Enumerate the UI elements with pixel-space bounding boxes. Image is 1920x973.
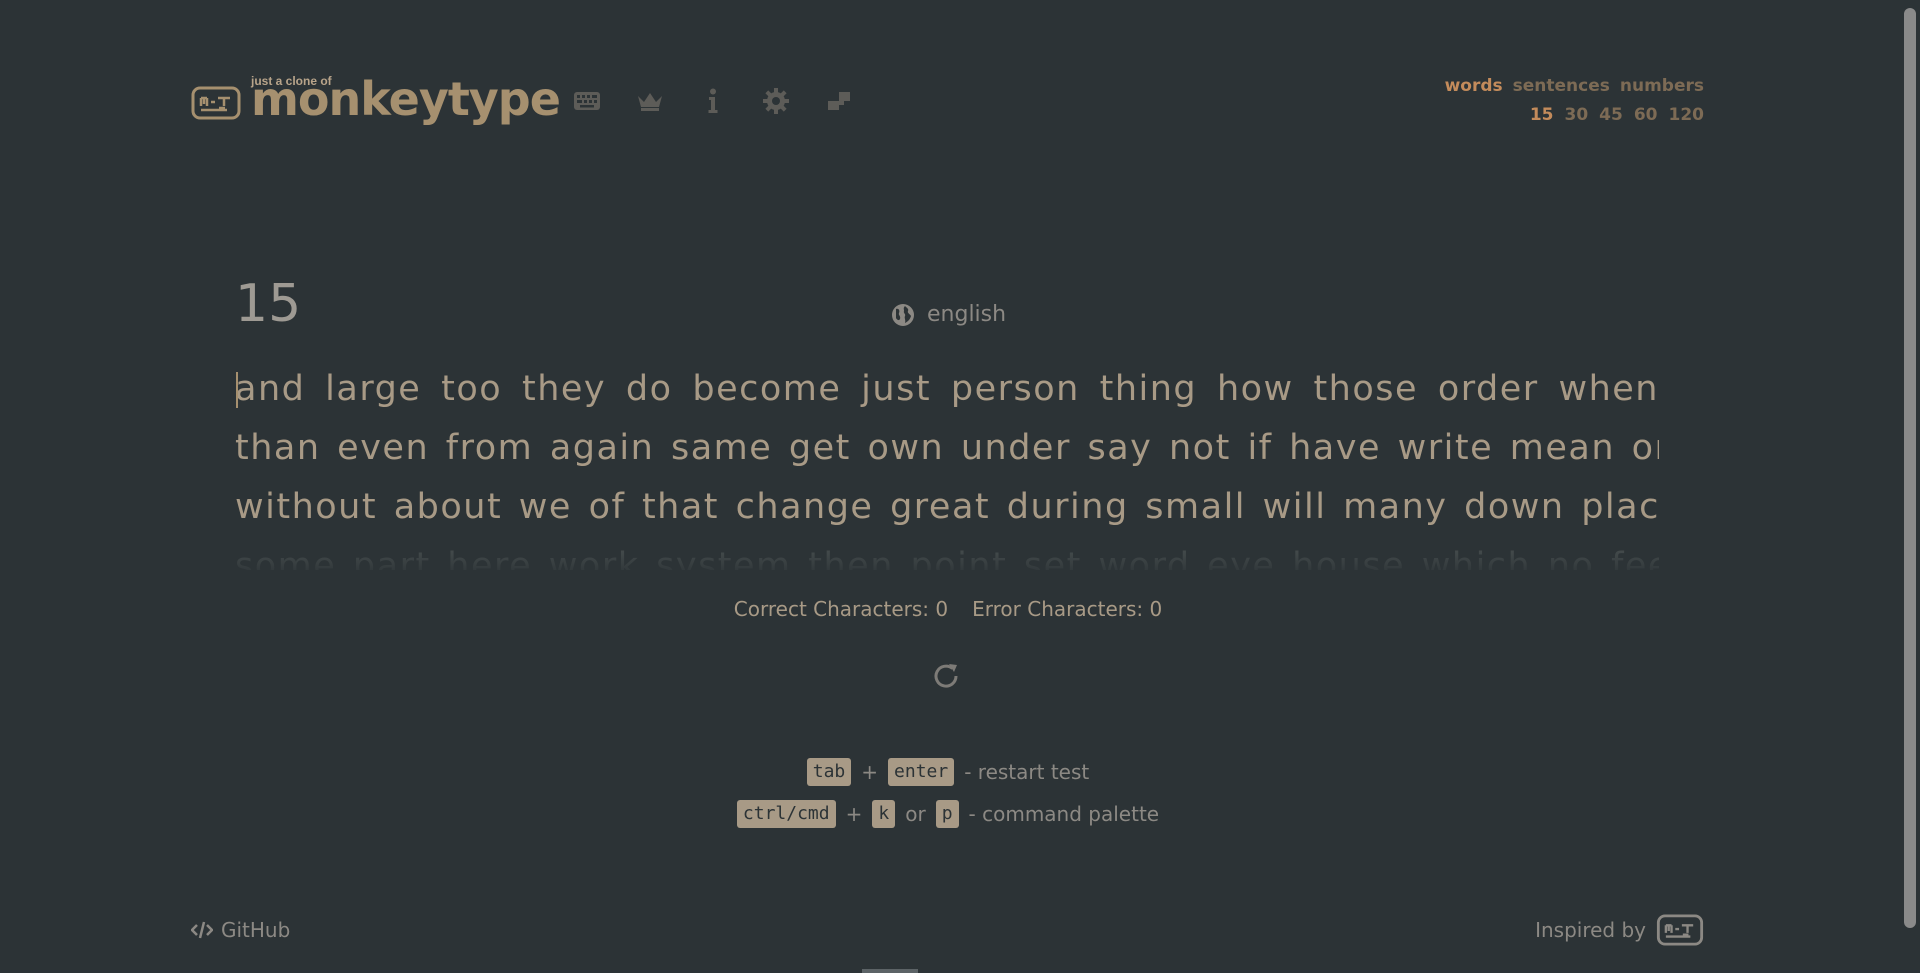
gear-icon[interactable]	[759, 84, 793, 118]
words-remaining-counter: 15	[235, 274, 302, 334]
language-selector[interactable]: english	[891, 302, 1006, 327]
scrollbar-thumb[interactable]	[1904, 8, 1916, 928]
brand-tagline: just a clone of	[251, 74, 332, 88]
mode-words[interactable]: words	[1445, 76, 1503, 96]
inspired-label: Inspired by	[1535, 918, 1646, 942]
brand-text: just a clone of monkeytype	[251, 74, 561, 122]
words-line: and large too they do become just person…	[235, 369, 1659, 409]
keyboard-icon[interactable]	[570, 84, 604, 118]
hint-text: - restart test	[964, 760, 1090, 784]
app-page: just a clone of monkeytype words sentenc…	[0, 0, 1920, 973]
shortcut-hints: tab + enter - restart test ctrl/cmd + k …	[0, 756, 1896, 840]
hint-command-palette: ctrl/cmd + k or p - command palette	[0, 798, 1896, 830]
words-line: without about we of that change great du…	[235, 487, 1659, 527]
kbd-ctrl-cmd: ctrl/cmd	[736, 800, 836, 828]
kbd-k: k	[872, 800, 896, 828]
hint-text: - command palette	[968, 802, 1160, 826]
kbd-enter: enter	[888, 758, 955, 786]
count-30[interactable]: 30	[1564, 105, 1588, 125]
typing-caret	[236, 372, 238, 408]
brand[interactable]: just a clone of monkeytype	[191, 74, 561, 122]
restart-button[interactable]	[930, 660, 966, 696]
count-120[interactable]: 120	[1669, 105, 1705, 125]
error-characters: Error Characters: 0	[972, 597, 1163, 621]
hint-plus: +	[861, 760, 879, 784]
inspired-by: Inspired by	[1535, 914, 1704, 946]
correct-characters: Correct Characters: 0	[733, 597, 949, 621]
nav-icons	[570, 84, 856, 118]
info-icon[interactable]	[696, 84, 730, 118]
monkeytype-logo-icon[interactable]	[1656, 914, 1704, 946]
mode-panel: words sentences numbers 15 30 45 60 120	[1445, 76, 1704, 125]
hint-plus: +	[845, 802, 863, 826]
refresh-icon	[934, 664, 958, 688]
mode-tabs: words sentences numbers	[1445, 76, 1704, 96]
code-icon	[191, 921, 213, 939]
count-45[interactable]: 45	[1599, 105, 1623, 125]
character-stats: Correct Characters: 0 Error Characters: …	[0, 597, 1896, 621]
count-15[interactable]: 15	[1530, 105, 1554, 125]
mode-sentences[interactable]: sentences	[1513, 76, 1610, 96]
words-area[interactable]: and large too they do become just person…	[235, 360, 1659, 570]
globe-icon	[892, 303, 914, 326]
monkeytype-logo-icon	[191, 86, 241, 120]
count-60[interactable]: 60	[1634, 105, 1658, 125]
theme-icon[interactable]	[822, 84, 856, 118]
kbd-p: p	[935, 800, 959, 828]
bottom-edge-indicator	[862, 969, 918, 973]
hint-restart: tab + enter - restart test	[0, 756, 1896, 788]
kbd-tab: tab	[806, 758, 852, 786]
hint-or: or	[905, 802, 926, 826]
count-options: 15 30 45 60 120	[1445, 105, 1704, 125]
github-label: GitHub	[221, 918, 291, 942]
scrollbar[interactable]	[1900, 0, 1920, 973]
words-line: than even from again same get own under …	[235, 428, 1659, 468]
words-line: some part here work system then point se…	[235, 546, 1659, 570]
language-label: english	[927, 302, 1007, 327]
github-link[interactable]: GitHub	[191, 918, 290, 942]
crown-icon[interactable]	[633, 84, 667, 118]
mode-numbers[interactable]: numbers	[1620, 76, 1704, 96]
